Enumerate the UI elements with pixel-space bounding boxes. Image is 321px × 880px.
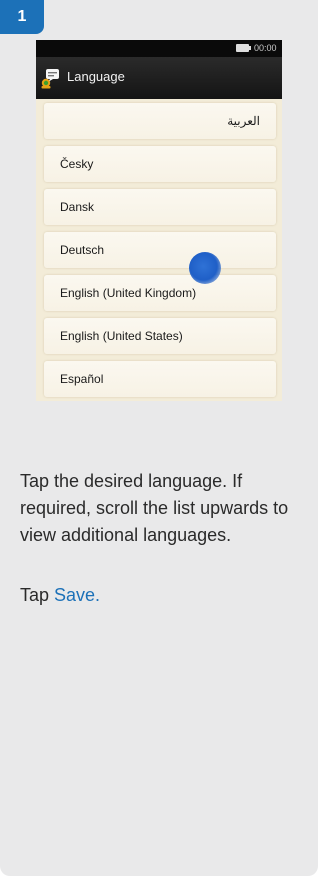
- language-label: Dansk: [60, 200, 95, 214]
- step-badge: 1: [0, 0, 44, 34]
- language-item-czech[interactable]: Česky: [44, 146, 276, 182]
- language-label: English (United States): [60, 329, 183, 343]
- language-list[interactable]: العربية Česky Dansk Deutsch English (Uni…: [44, 103, 276, 401]
- language-label: English (United Kingdom): [60, 286, 197, 300]
- touch-indicator-icon: [189, 252, 221, 284]
- language-item-german[interactable]: Deutsch: [44, 232, 276, 268]
- language-label: Česky: [60, 157, 94, 171]
- screen-title: Language: [67, 69, 125, 84]
- instruction-text: Tap the desired language. If required, s…: [20, 471, 289, 545]
- device-screen: 00:00 Language العربية Česky Dansk Deuts…: [36, 40, 282, 401]
- title-bar: Language: [36, 57, 282, 99]
- language-item-spanish[interactable]: Español: [44, 361, 276, 397]
- battery-icon: [236, 44, 251, 52]
- language-flag-icon: [41, 69, 59, 89]
- language-label: العربية: [227, 114, 260, 128]
- status-clock: 00:00: [254, 43, 277, 53]
- step-card: 1 00:00 Language العربية Česky Dansk Deu…: [0, 0, 318, 876]
- language-item-danish[interactable]: Dansk: [44, 189, 276, 225]
- status-bar: 00:00: [36, 40, 282, 57]
- language-label: Deutsch: [60, 243, 105, 257]
- language-item-arabic[interactable]: العربية: [44, 103, 276, 139]
- tap-prefix: Tap: [20, 585, 55, 605]
- save-link[interactable]: Save.: [54, 585, 100, 605]
- language-label: Español: [60, 372, 104, 386]
- tap-save-instruction: Tap Save.: [20, 585, 100, 606]
- language-item-english-us[interactable]: English (United States): [44, 318, 276, 354]
- language-item-english-uk[interactable]: English (United Kingdom): [44, 275, 276, 311]
